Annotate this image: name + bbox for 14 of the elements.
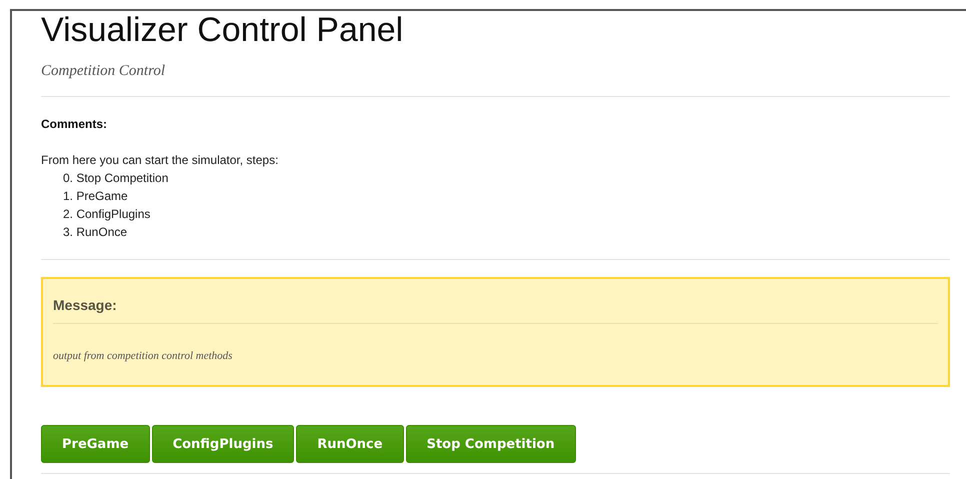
step-item: 1. PreGame xyxy=(62,188,129,205)
action-button[interactable]: PreGame xyxy=(41,425,150,463)
comments-heading: Comments: xyxy=(41,117,108,131)
action-button[interactable]: Stop Competition xyxy=(406,425,576,463)
message-heading: Message: xyxy=(53,297,938,324)
step-item: 3. RunOnce xyxy=(62,224,128,241)
page-title: Visualizer Control Panel xyxy=(41,11,404,49)
action-button[interactable]: RunOnce xyxy=(296,425,404,463)
comments-intro: From here you can start the simulator, steps: xyxy=(41,152,280,169)
action-button[interactable]: ConfigPlugins xyxy=(152,425,294,463)
message-text: output from competition control methods xyxy=(53,350,234,362)
page-subtitle: Competition Control xyxy=(41,63,166,80)
step-item: 2. ConfigPlugins xyxy=(62,206,152,223)
step-item: 0. Stop Competition xyxy=(62,170,170,187)
